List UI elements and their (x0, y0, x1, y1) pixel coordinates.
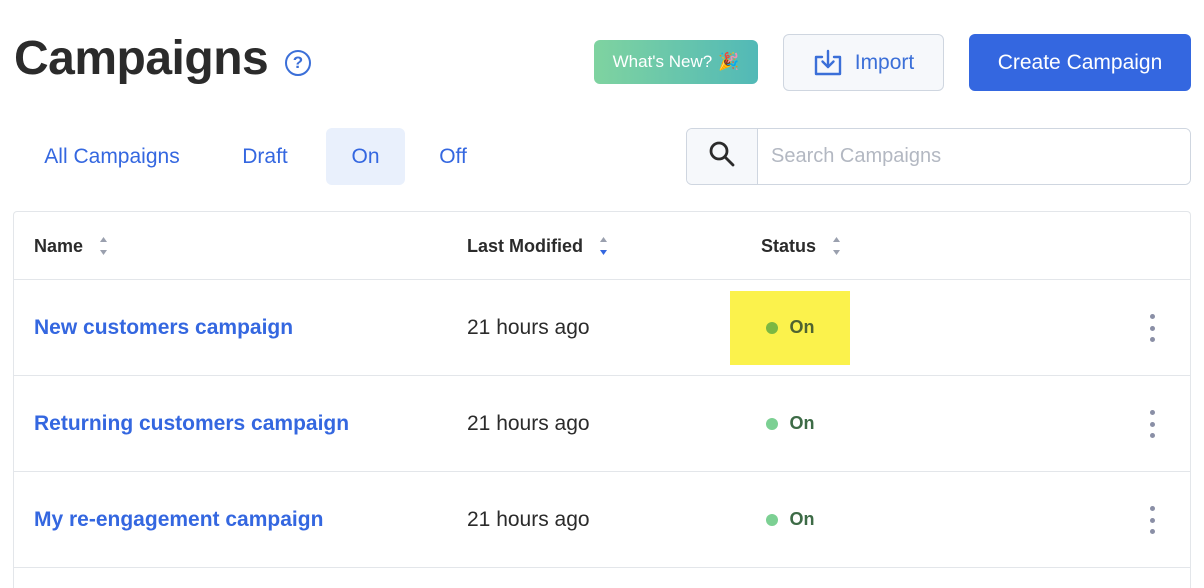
last-modified-value: 21 hours ago (467, 507, 590, 531)
campaign-name-link[interactable]: My re-engagement campaign (34, 472, 323, 567)
status-cell: On (730, 280, 850, 375)
campaign-name-link[interactable]: New customers campaign (34, 280, 293, 375)
status-badge: On (730, 290, 850, 365)
status-label: On (789, 509, 815, 529)
row-menu-kebab-icon[interactable] (1142, 506, 1162, 534)
last-modified-value: 21 hours ago (467, 315, 590, 339)
search-button[interactable] (687, 129, 758, 184)
help-icon[interactable]: ? (285, 50, 311, 76)
sort-desc-icon[interactable] (599, 234, 608, 258)
table-row: Returning customers campaign 21 hours ag… (14, 376, 1190, 472)
campaign-name-link[interactable]: Returning customers campaign (34, 376, 349, 471)
status-dot-icon (765, 513, 778, 526)
tab-on[interactable]: On (326, 128, 405, 185)
column-header-label: Name (34, 235, 84, 256)
status-badge: On (765, 509, 815, 530)
tab-all-campaigns[interactable]: All Campaigns (20, 128, 204, 185)
sort-arrows-icon[interactable] (99, 234, 108, 258)
page-title: Campaigns (14, 32, 269, 85)
campaigns-table: Name Last Modified Status New customers … (13, 211, 1191, 588)
create-campaign-button[interactable]: Create Campaign (969, 34, 1191, 91)
column-header-label: Last Modified (467, 235, 583, 256)
status-label: On (789, 413, 815, 433)
status-cell: On (730, 376, 850, 471)
tab-draft[interactable]: Draft (204, 128, 326, 185)
download-tray-icon (813, 49, 843, 77)
whats-new-label: What's New? (612, 52, 713, 71)
status-cell: On (730, 472, 850, 567)
magnifier-icon (708, 140, 736, 173)
status-badge: On (765, 413, 815, 434)
table-row: New customers campaign 21 hours ago On (14, 280, 1190, 376)
column-header-name[interactable]: Name (34, 212, 108, 280)
table-row: My re-engagement campaign 21 hours ago O… (14, 472, 1190, 568)
import-label: Import (854, 50, 915, 74)
status-dot-icon (765, 321, 778, 334)
status-dot-icon (765, 417, 778, 430)
import-button[interactable]: Import (783, 34, 944, 91)
tab-off[interactable]: Off (405, 128, 501, 185)
sort-arrows-icon[interactable] (832, 234, 841, 258)
column-header-label: Status (761, 235, 817, 256)
row-menu-kebab-icon[interactable] (1142, 410, 1162, 438)
search-input[interactable] (758, 129, 1190, 184)
party-popper-icon: 🎉 (718, 52, 740, 71)
column-header-status[interactable]: Status (761, 212, 841, 280)
column-header-last-modified[interactable]: Last Modified (467, 212, 608, 280)
row-menu-kebab-icon[interactable] (1142, 314, 1162, 342)
table-header: Name Last Modified Status (14, 212, 1190, 280)
filter-tabs: All Campaigns Draft On Off (20, 128, 501, 185)
search-box (686, 128, 1191, 185)
status-label: On (789, 317, 815, 337)
whats-new-button[interactable]: What's New? 🎉 (594, 40, 758, 84)
last-modified-value: 21 hours ago (467, 411, 590, 435)
